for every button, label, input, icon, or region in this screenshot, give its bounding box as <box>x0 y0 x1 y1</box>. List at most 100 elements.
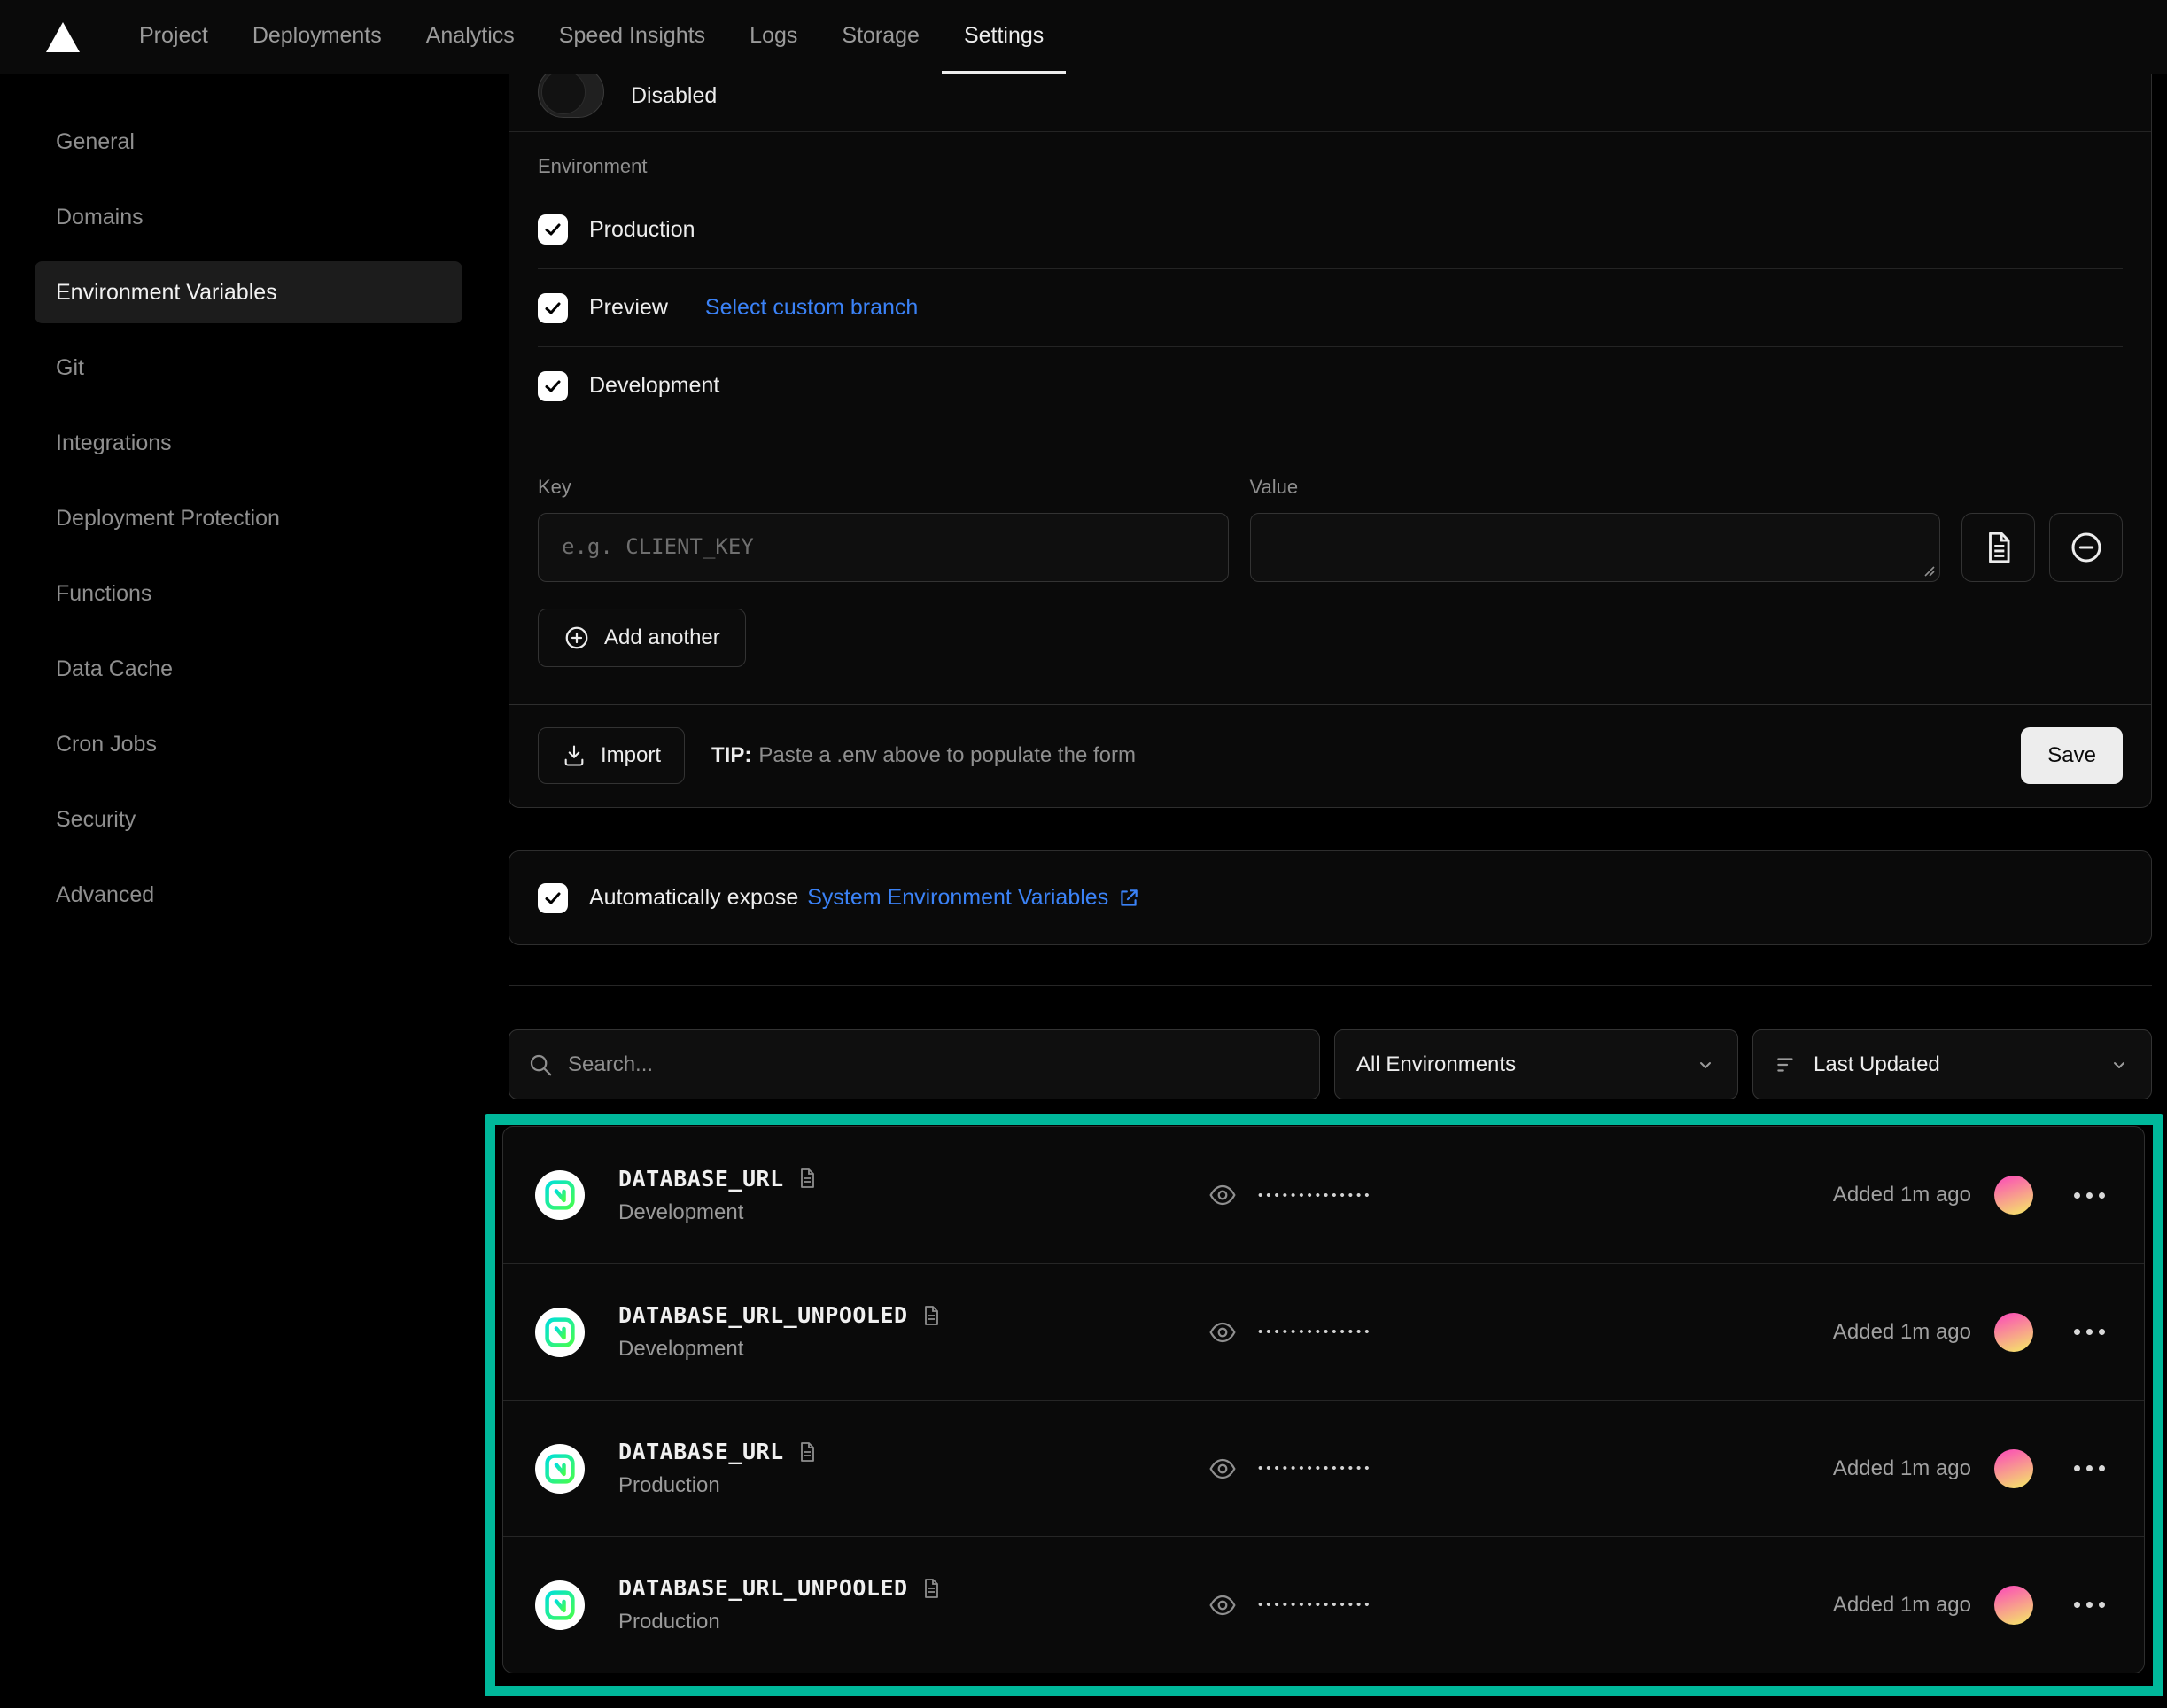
minus-circle-icon <box>2069 530 2104 565</box>
sidebar-item-data-cache[interactable]: Data Cache <box>35 638 462 700</box>
search-box[interactable] <box>509 1029 1320 1099</box>
system-env-card: Automatically exposeSystem Environment V… <box>509 850 2152 945</box>
nav-tab-storage[interactable]: Storage <box>819 0 942 74</box>
key-input[interactable] <box>538 513 1229 582</box>
nav-tab-settings[interactable]: Settings <box>942 0 1066 74</box>
nav-tab-analytics[interactable]: Analytics <box>404 0 537 74</box>
download-icon <box>562 743 586 768</box>
production-label: Production <box>589 217 695 243</box>
env-var-environment: Development <box>618 1200 818 1225</box>
resize-handle-icon[interactable] <box>1921 563 1935 577</box>
search-input[interactable] <box>568 1052 1301 1077</box>
added-timestamp: Added 1m ago <box>1833 1183 1971 1207</box>
check-icon <box>544 889 562 907</box>
vercel-logo[interactable] <box>46 0 80 74</box>
note-icon[interactable] <box>920 1305 942 1326</box>
save-button[interactable]: Save <box>2021 727 2123 784</box>
sensitive-toggle-row: Disabled <box>509 74 2151 131</box>
check-icon <box>544 299 562 317</box>
toggle-label: Disabled <box>631 83 717 109</box>
sidebar-item-functions[interactable]: Functions <box>35 563 462 625</box>
disabled-toggle[interactable] <box>538 74 604 118</box>
development-checkbox[interactable] <box>538 371 568 401</box>
remove-row-button[interactable] <box>2049 513 2123 582</box>
tip-text: TIP:Paste a .env above to populate the f… <box>711 743 1136 768</box>
form-footer: Import TIP:Paste a .env above to populat… <box>509 704 2151 807</box>
check-icon <box>544 377 562 395</box>
masked-value: •••••••••••••• <box>1258 1188 1373 1203</box>
value-input[interactable] <box>1250 513 1941 582</box>
env-var-environment: Development <box>618 1337 942 1362</box>
row-menu-button[interactable] <box>2067 1185 2112 1206</box>
env-var-environment: Production <box>618 1610 942 1634</box>
sidebar-item-advanced[interactable]: Advanced <box>35 864 462 926</box>
system-env-link[interactable]: System Environment Variables <box>807 885 1140 911</box>
env-var-row[interactable]: DATABASE_URL_UNPOOLED Production <box>503 1536 2144 1673</box>
added-timestamp: Added 1m ago <box>1833 1593 1971 1618</box>
preview-checkbox-row: Preview Select custom branch <box>538 268 2123 346</box>
sort-dropdown[interactable]: Last Updated <box>1752 1029 2152 1099</box>
sidebar-item-domains[interactable]: Domains <box>35 186 462 248</box>
user-avatar <box>1994 1313 2033 1352</box>
env-var-row[interactable]: DATABASE_URL Development <box>503 1127 2144 1263</box>
paste-env-button[interactable] <box>1961 513 2035 582</box>
check-icon <box>544 221 562 238</box>
masked-value: •••••••••••••• <box>1258 1461 1373 1476</box>
reveal-value-eye-icon[interactable] <box>1208 1181 1237 1209</box>
note-icon[interactable] <box>796 1168 818 1189</box>
neon-integration-icon <box>535 1308 585 1357</box>
system-env-checkbox[interactable] <box>538 883 568 913</box>
sidebar-item-cron-jobs[interactable]: Cron Jobs <box>35 713 462 775</box>
sort-dropdown-value: Last Updated <box>1814 1052 1940 1077</box>
row-menu-button[interactable] <box>2067 1322 2112 1342</box>
sidebar-item-integrations[interactable]: Integrations <box>35 412 462 474</box>
masked-value: •••••••••••••• <box>1258 1597 1373 1612</box>
nav-tab-logs[interactable]: Logs <box>727 0 819 74</box>
nav-tab-speed-insights[interactable]: Speed Insights <box>537 0 727 74</box>
production-checkbox-row: Production <box>538 190 2123 268</box>
neon-integration-icon <box>535 1580 585 1630</box>
nav-tab-deployments[interactable]: Deployments <box>230 0 404 74</box>
filter-row: All Environments Last Updated <box>509 1029 2152 1099</box>
row-menu-button[interactable] <box>2067 1595 2112 1615</box>
add-another-button[interactable]: Add another <box>538 609 746 667</box>
added-timestamp: Added 1m ago <box>1833 1456 1971 1481</box>
env-var-row[interactable]: DATABASE_URL_UNPOOLED Development <box>503 1263 2144 1400</box>
production-checkbox[interactable] <box>538 214 568 245</box>
env-var-list: DATABASE_URL Development <box>502 1126 2145 1673</box>
document-icon <box>1982 531 2016 564</box>
development-checkbox-row: Development <box>538 346 2123 424</box>
section-divider <box>509 985 2152 986</box>
reveal-value-eye-icon[interactable] <box>1208 1591 1237 1619</box>
import-button[interactable]: Import <box>538 727 685 784</box>
user-avatar <box>1994 1449 2033 1488</box>
sidebar-item-general[interactable]: General <box>35 111 462 173</box>
page: Project Deployments Analytics Speed Insi… <box>0 0 2167 1708</box>
env-var-name: DATABASE_URL_UNPOOLED <box>618 1302 908 1328</box>
sidebar-item-security[interactable]: Security <box>35 788 462 850</box>
row-menu-button[interactable] <box>2067 1458 2112 1479</box>
sidebar-item-environment-variables[interactable]: Environment Variables <box>35 261 462 323</box>
note-icon[interactable] <box>796 1441 818 1463</box>
system-env-text: Automatically exposeSystem Environment V… <box>589 885 1140 911</box>
user-avatar <box>1994 1176 2033 1215</box>
add-another-label: Add another <box>604 625 720 650</box>
top-navigation: Project Deployments Analytics Speed Insi… <box>0 0 2167 74</box>
preview-checkbox[interactable] <box>538 293 568 323</box>
import-label: Import <box>601 743 661 768</box>
neon-integration-icon <box>535 1170 585 1220</box>
neon-integration-icon <box>535 1444 585 1494</box>
environment-section: Environment Production Pr <box>509 132 2151 433</box>
sidebar-item-deployment-protection[interactable]: Deployment Protection <box>35 487 462 549</box>
reveal-value-eye-icon[interactable] <box>1208 1318 1237 1347</box>
env-var-row[interactable]: DATABASE_URL Production <box>503 1400 2144 1536</box>
environments-dropdown[interactable]: All Environments <box>1334 1029 1738 1099</box>
chevron-down-icon <box>2109 1054 2130 1075</box>
nav-tab-project[interactable]: Project <box>117 0 230 74</box>
note-icon[interactable] <box>920 1578 942 1599</box>
select-custom-branch-link[interactable]: Select custom branch <box>705 295 918 321</box>
sidebar-item-git[interactable]: Git <box>35 337 462 399</box>
reveal-value-eye-icon[interactable] <box>1208 1455 1237 1483</box>
toggle-knob <box>541 74 586 114</box>
chevron-down-icon <box>1695 1054 1716 1075</box>
